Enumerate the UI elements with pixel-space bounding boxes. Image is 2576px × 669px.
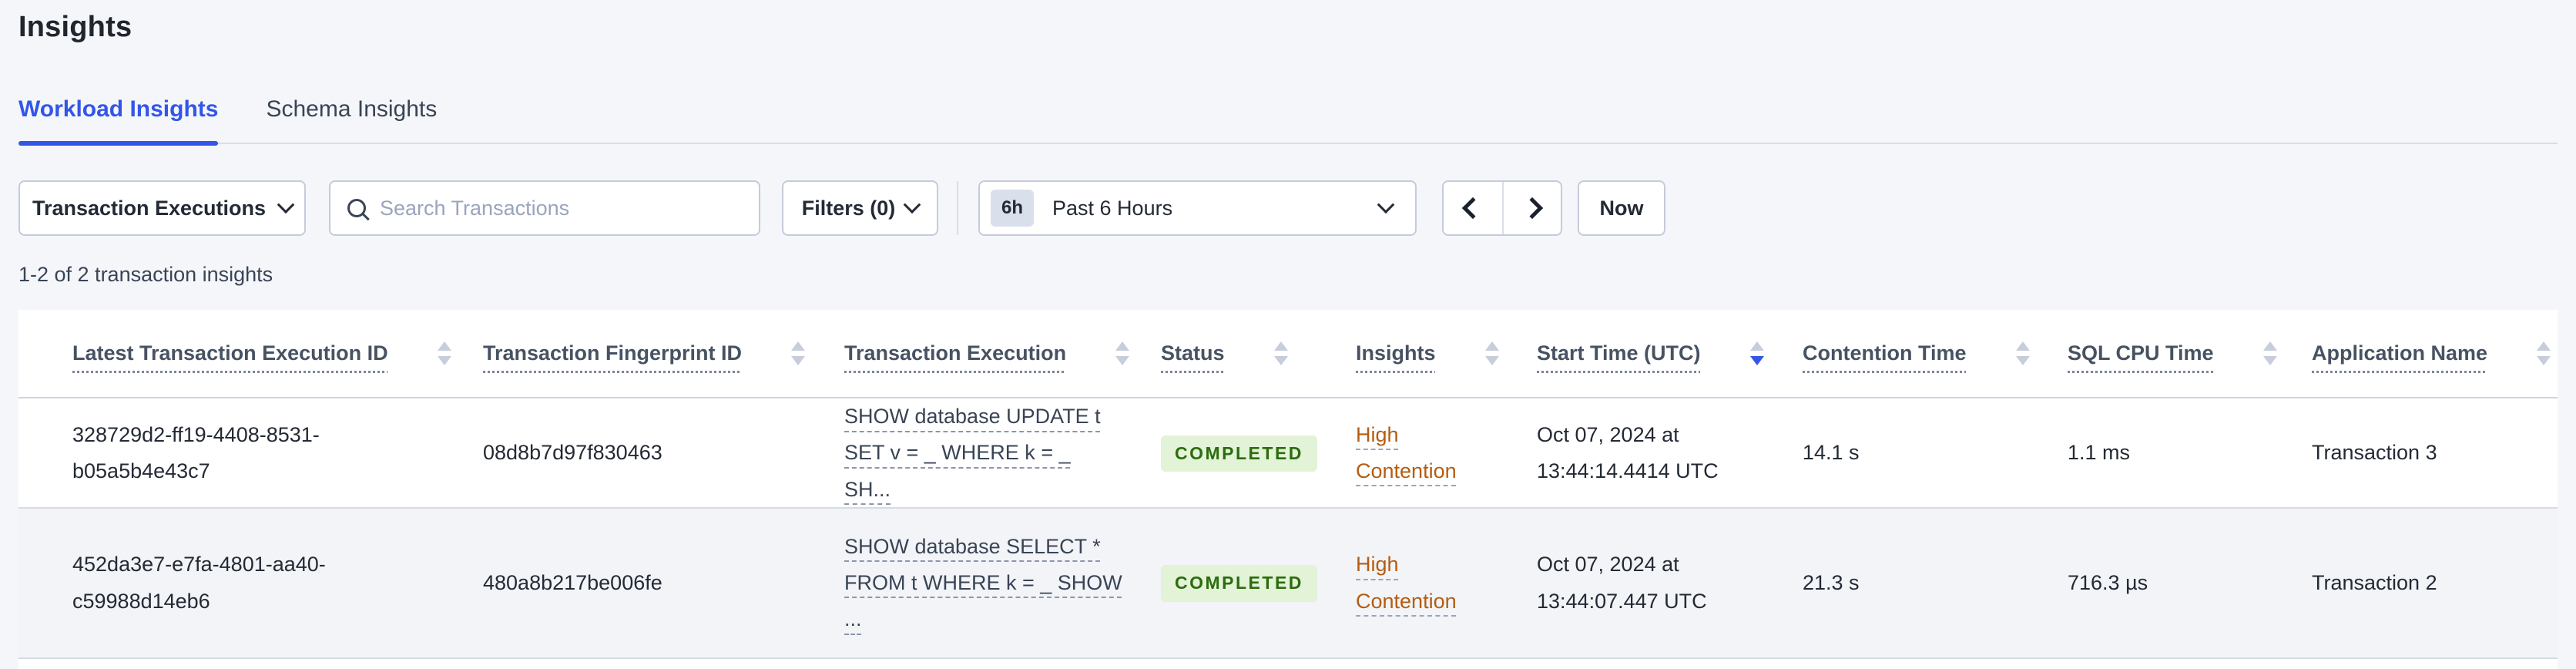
execution-type-dropdown[interactable]: Transaction Executions [18,180,306,236]
insights-page: Insights Workload Insights Schema Insigh… [0,0,2576,669]
results-count: 1-2 of 2 transaction insights [18,263,273,286]
sort-icon[interactable] [2262,341,2277,365]
search-input[interactable] [380,196,742,220]
toolbar-divider [957,181,958,235]
column-header-insights: Insights [1356,341,1537,365]
column-header-transaction-execution: Transaction Execution [844,341,1161,365]
filters-button[interactable]: Filters (0) [782,180,938,236]
time-range-picker[interactable]: 6h Past 6 Hours [978,180,1417,236]
transaction-execution-link[interactable]: SHOW database SELECT * FROM t WHERE k = … [844,535,1122,631]
application-name-cell: Transaction 2 [2312,570,2437,594]
time-range-badge: 6h [991,190,1035,227]
sort-icon[interactable] [1273,341,1288,365]
chevron-down-icon [277,196,295,214]
table-header-row: Latest Transaction Execution ID Transact… [18,310,2558,398]
column-header-transaction-fingerprint-id: Transaction Fingerprint ID [483,341,844,365]
sql-cpu-time-cell: 716.3 µs [2068,570,2148,594]
time-nav-group [1442,180,1562,236]
time-range-label: Past 6 Hours [1052,196,1173,220]
column-header-start-time: Start Time (UTC) [1537,341,1803,365]
column-header-latest-transaction-execution-id: Latest Transaction Execution ID [72,341,483,365]
fingerprint-id-cell: 08d8b7d97f830463 [483,441,662,465]
column-header-sql-cpu-time: SQL CPU Time [2068,341,2312,365]
insights-table: Latest Transaction Execution ID Transact… [18,310,2558,669]
filters-label: Filters (0) [801,196,896,220]
start-time-cell: Oct 07, 2024 at 13:44:07.447 UTC [1537,553,1707,613]
sql-cpu-time-cell: 1.1 ms [2068,441,2131,465]
transaction-execution-link[interactable]: SHOW database UPDATE t SET v = _ WHERE k… [844,405,1101,501]
status-badge: COMPLETED [1161,565,1317,602]
search-box[interactable] [329,180,760,236]
tab-bar: Workload Insights Schema Insights [18,96,2558,146]
page-title: Insights [18,11,132,43]
status-badge: COMPLETED [1161,435,1317,472]
sort-icon[interactable] [1115,341,1130,365]
execution-id-cell: 328729d2-ff19-4408-8531-b05a5b4e43c7 [72,422,320,482]
sort-icon[interactable] [2015,341,2030,365]
sort-icon[interactable] [2537,341,2551,365]
column-header-application-name: Application Name [2312,341,2566,365]
chevron-down-icon [1377,196,1395,214]
time-prev-button[interactable] [1444,182,1502,234]
toolbar: Transaction Executions Filters (0) 6h Pa… [18,180,2558,236]
insight-link[interactable]: High Contention [1356,546,1487,620]
start-time-cell: Oct 07, 2024 at 13:44:14.4414 UTC [1537,422,1719,482]
sort-icon[interactable] [791,341,806,365]
column-header-contention-time: Contention Time [1803,341,2068,365]
sort-icon[interactable] [1484,341,1499,365]
contention-time-cell: 21.3 s [1803,570,1860,594]
search-icon [347,199,366,217]
tab-schema-insights[interactable]: Schema Insights [266,96,437,143]
now-label: Now [1599,196,1644,220]
table-row[interactable]: 328729d2-ff19-4408-8531-b05a5b4e43c7 08d… [18,398,2558,509]
sort-icon[interactable] [437,341,451,365]
execution-type-label: Transaction Executions [32,196,267,220]
execution-id-cell: 452da3e7-e7fa-4801-aa40-c59988d14eb6 [72,553,326,613]
insight-link[interactable]: High Contention [1356,417,1487,490]
application-name-cell: Transaction 3 [2312,441,2437,465]
contention-time-cell: 14.1 s [1803,441,1860,465]
sort-icon-active[interactable] [1749,341,1764,365]
tab-workload-insights[interactable]: Workload Insights [18,96,219,146]
table-row[interactable]: 452da3e7-e7fa-4801-aa40-c59988d14eb6 480… [18,509,2558,659]
column-header-status: Status [1161,341,1356,365]
chevron-right-icon [1521,197,1544,220]
chevron-down-icon [903,196,921,214]
fingerprint-id-cell: 480a8b217be006fe [483,570,662,594]
time-next-button[interactable] [1502,182,1561,234]
chevron-left-icon [1461,197,1484,220]
now-button[interactable]: Now [1578,180,1665,236]
